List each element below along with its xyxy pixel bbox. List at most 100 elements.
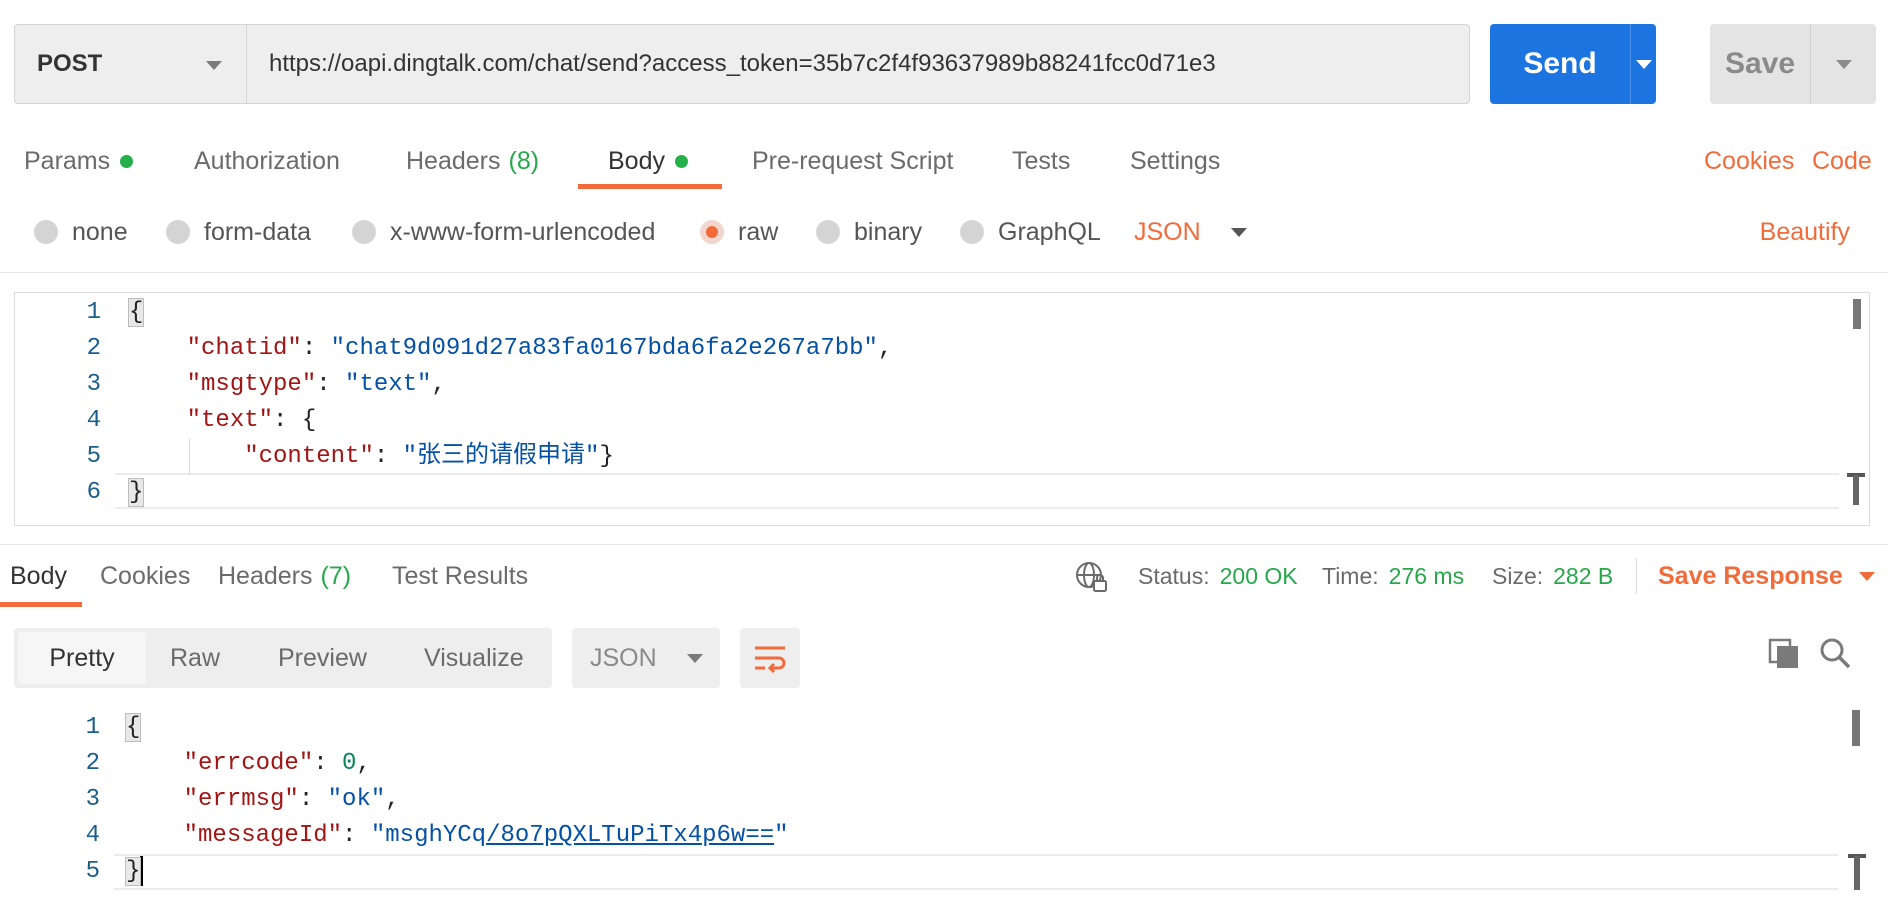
line-number: 2	[85, 750, 100, 777]
json-string-link[interactable]: /8o7pQXLTuPiTx4p6w==	[486, 822, 774, 849]
radio-label: GraphQL	[998, 217, 1101, 246]
brace: }	[127, 478, 145, 507]
request-body-editor[interactable]: 1 2 3 4 5 6 { "chatid": "chat9d091d27a83…	[14, 292, 1870, 526]
radio-binary[interactable]: binary	[816, 200, 922, 264]
json-key: "messageId"	[183, 822, 343, 849]
send-button[interactable]: Send	[1490, 24, 1630, 104]
code-link[interactable]: Code	[1812, 132, 1872, 190]
time-value: 276 ms	[1388, 562, 1465, 589]
chevron-down-icon	[1635, 59, 1652, 69]
size-value: 282 B	[1553, 562, 1614, 589]
request-bar: POST https://oapi.dingtalk.com/chat/send…	[14, 24, 1470, 104]
line-number: 5	[86, 443, 101, 470]
scrollbar[interactable]	[1852, 710, 1860, 746]
divider	[0, 272, 1888, 273]
response-tabs: Body Cookies Headers (7) Test Results St…	[0, 546, 1888, 607]
json-string: "张三的请假申请"	[402, 443, 600, 470]
save-button[interactable]: Save	[1710, 24, 1810, 104]
response-view-switcher: Pretty Raw Preview Visualize	[14, 628, 552, 688]
response-size: Size: 282 B	[1492, 546, 1613, 606]
code-line: {	[127, 295, 1839, 331]
line-number: 4	[85, 822, 100, 849]
view-visualize[interactable]: Visualize	[424, 628, 524, 688]
radio-label: raw	[738, 217, 779, 246]
globe-lock-icon[interactable]	[1074, 560, 1108, 594]
radio-none[interactable]: none	[34, 200, 128, 264]
radio-form-data[interactable]: form-data	[166, 200, 311, 264]
radio-icon	[816, 220, 840, 244]
method-select[interactable]: POST	[14, 24, 246, 104]
view-pretty[interactable]: Pretty	[18, 632, 146, 684]
format-label: JSON	[1134, 217, 1201, 246]
json-key: "errcode"	[183, 750, 314, 777]
code-line: }	[127, 475, 1839, 511]
json-number: 0	[342, 750, 357, 777]
scrollbar[interactable]	[1853, 299, 1861, 329]
code-line: }	[124, 854, 1844, 890]
tab-label: Pre-request Script	[752, 146, 954, 175]
response-tab-cookies[interactable]: Cookies	[100, 546, 190, 606]
tab-body[interactable]: Body	[608, 132, 688, 190]
divider	[0, 544, 1888, 545]
response-tab-body[interactable]: Body	[10, 546, 67, 606]
active-tab-indicator	[0, 602, 82, 607]
copy-icon[interactable]	[1768, 638, 1800, 670]
response-tab-test-results[interactable]: Test Results	[392, 546, 528, 606]
active-tab-indicator	[578, 184, 722, 189]
radio-label: x-www-form-urlencoded	[390, 217, 656, 246]
send-options-button[interactable]	[1631, 24, 1656, 104]
radio-label: binary	[854, 217, 923, 246]
url-text: https://oapi.dingtalk.com/chat/send?acce…	[269, 50, 1216, 77]
headers-count: (8)	[508, 146, 540, 175]
cookies-link[interactable]: Cookies	[1704, 132, 1794, 190]
wrap-lines-button[interactable]	[740, 628, 800, 688]
tab-pre-request-script[interactable]: Pre-request Script	[752, 132, 953, 190]
chevron-down-icon	[1835, 59, 1852, 69]
line-number: 1	[86, 299, 101, 326]
scrollbar-thumb[interactable]	[1853, 475, 1859, 505]
tab-tests[interactable]: Tests	[1012, 132, 1070, 190]
send-button-group: Send	[1490, 24, 1656, 104]
json-string: "msghYCq	[370, 822, 487, 849]
tab-headers[interactable]: Headers (8)	[406, 132, 539, 190]
tab-label: Authorization	[194, 146, 340, 175]
body-format-select[interactable]: JSON	[1134, 200, 1247, 264]
json-key: "text"	[186, 407, 274, 434]
status-label: Status:	[1138, 562, 1210, 589]
view-preview[interactable]: Preview	[278, 628, 367, 688]
tab-label: Body	[608, 146, 665, 175]
line-number: 2	[86, 335, 101, 362]
code-line: "content": "张三的请假申请"}	[244, 443, 614, 470]
tab-label: Headers	[406, 146, 501, 175]
beautify-button[interactable]: Beautify	[1760, 200, 1850, 264]
code-line: "text": {	[186, 407, 317, 434]
divider	[1636, 558, 1637, 594]
brace: {	[127, 298, 145, 327]
save-response-button[interactable]: Save Response	[1658, 546, 1875, 606]
tab-settings[interactable]: Settings	[1130, 132, 1220, 190]
radio-icon	[166, 220, 190, 244]
chevron-down-icon	[1230, 227, 1247, 237]
tab-params[interactable]: Params	[24, 132, 134, 190]
url-input[interactable]: https://oapi.dingtalk.com/chat/send?acce…	[246, 24, 1470, 104]
radio-graphql[interactable]: GraphQL	[960, 200, 1101, 264]
response-format-select[interactable]: JSON	[572, 628, 720, 688]
response-body-viewer[interactable]: 1 2 3 4 5 { "errcode": 0, "errmsg": "ok"…	[14, 708, 1874, 908]
line-number: 6	[86, 479, 101, 506]
view-raw[interactable]: Raw	[170, 628, 220, 688]
search-icon[interactable]	[1818, 636, 1852, 670]
format-label: JSON	[590, 643, 657, 672]
radio-icon	[960, 220, 984, 244]
tab-authorization[interactable]: Authorization	[194, 132, 340, 190]
wrap-lines-icon	[755, 646, 786, 673]
radio-raw[interactable]: raw	[700, 200, 778, 264]
radio-x-www-form-urlencoded[interactable]: x-www-form-urlencoded	[352, 200, 655, 264]
response-tab-headers[interactable]: Headers (7)	[218, 546, 351, 606]
status-dot-icon	[674, 154, 688, 168]
save-options-button[interactable]	[1811, 24, 1876, 104]
json-key: "chatid"	[186, 335, 302, 362]
brace: {	[124, 713, 142, 742]
scrollbar-thumb[interactable]	[1854, 856, 1860, 890]
radio-icon	[34, 220, 58, 244]
radio-label: none	[72, 217, 128, 246]
